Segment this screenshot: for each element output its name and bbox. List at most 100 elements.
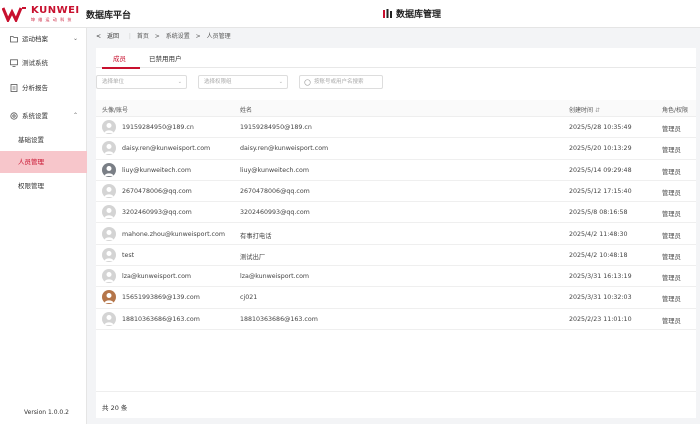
tab-disabled-users[interactable]: 已禁用用户 <box>149 53 182 63</box>
created-cell: 2025/5/12 17:15:40 <box>569 187 632 195</box>
name-cell: liuy@kunweitech.com <box>240 166 309 174</box>
avatar <box>102 141 116 156</box>
role-cell: 管理员 <box>662 147 681 155</box>
account-cell: daisy.ren@kunweisport.com <box>122 145 211 153</box>
table-footer: 共 20 条 <box>96 391 696 418</box>
user-avatar-icon <box>104 229 114 240</box>
user-avatar-icon <box>104 144 114 155</box>
account-cell: lza@kunweisport.com <box>122 273 192 281</box>
sidebar-subitem-basic-settings[interactable]: 基础设置 <box>0 129 87 151</box>
account-cell: 2670478006@qq.com <box>122 187 192 195</box>
account-cell: liuy@kunweitech.com <box>122 166 191 174</box>
total-count: 共 20 条 <box>102 404 128 412</box>
table-row[interactable]: liuy@kunweitech.com liuy@kunweitech.com 20… <box>96 160 696 181</box>
created-cell: 2025/4/2 11:48:30 <box>569 230 628 238</box>
table-row[interactable]: test 测试出厂 2025/4/2 10:48:18 管理员 <box>96 245 696 267</box>
folder-icon <box>10 36 18 43</box>
name-cell: 有事打电话 <box>240 232 272 240</box>
role-cell: 管理员 <box>662 253 681 261</box>
table-row[interactable]: 2670478006@qq.com 2670478006@qq.com 2025/5… <box>96 181 696 203</box>
role-cell: 管理员 <box>662 168 681 176</box>
sidebar-item-analysis-report[interactable]: 分析报告 <box>0 77 87 99</box>
version-label: Version 1.0.0.2 <box>24 409 69 416</box>
account-cell: mahone.zhou@kunweisport.com <box>122 230 225 238</box>
table-row[interactable]: daisy.ren@kunweisport.com daisy.ren@kunwe… <box>96 138 696 160</box>
user-avatar-icon <box>104 293 114 304</box>
active-tab-indicator <box>102 67 140 69</box>
created-header-label: 创建时间 <box>569 107 594 114</box>
created-cell: 2025/3/31 16:13:19 <box>569 273 632 281</box>
table-row[interactable]: 3202460993@qq.com 3202460993@qq.com 2025/5… <box>96 202 696 224</box>
avatar <box>102 269 116 284</box>
back-button[interactable]: < 返回 <box>96 33 123 40</box>
sidebar-item-sports-archive[interactable]: 运动档案 ⌄ <box>0 28 87 50</box>
permission-group-select[interactable]: 选择权限组 ⌄ <box>198 75 288 89</box>
center-title-label: 数据库管理 <box>396 10 442 20</box>
column-header-account: 头像/账号 <box>102 107 129 114</box>
kunwei-logo-mark-icon <box>2 7 26 22</box>
avatar <box>102 162 116 177</box>
column-header-created[interactable]: 创建时间 ⇵ <box>569 105 600 114</box>
account-cell: 18810363686@163.com <box>122 315 200 323</box>
table-row[interactable]: lza@kunweisport.com lza@kunweisport.com 20… <box>96 266 696 288</box>
breadcrumb: < 返回 | 首页 > 系统设置 > 人员管理 <box>96 31 235 41</box>
created-cell: 2025/3/31 10:32:03 <box>569 294 632 302</box>
back-arrow-icon: < <box>96 33 102 40</box>
settings-icon <box>10 112 18 120</box>
report-icon <box>10 84 18 92</box>
table-row[interactable]: 15651993869@139.com cj021 2025/3/31 10:32:… <box>96 287 696 309</box>
name-cell: 3202460993@qq.com <box>240 209 310 217</box>
chevron-down-icon: ⌄ <box>73 35 79 42</box>
table-row[interactable]: mahone.zhou@kunweisport.com 有事打电话 2025/4/2… <box>96 224 696 245</box>
chevron-down-icon: ⌄ <box>278 79 283 85</box>
org-select[interactable]: 选择单位 ⌄ <box>96 75 187 89</box>
account-cell: 15651993869@139.com <box>122 294 200 302</box>
created-cell: 2025/4/2 10:48:18 <box>569 251 628 259</box>
created-cell: 2025/2/23 11:01:10 <box>569 315 632 323</box>
breadcrumb-separator: > <box>154 33 160 40</box>
avatar <box>102 183 116 198</box>
avatar <box>102 205 116 220</box>
permission-select-placeholder: 选择权限组 <box>204 79 232 85</box>
tabs: 成员 已禁用用户 <box>96 48 696 69</box>
table-row[interactable]: 18810363686@163.com 18810363686@163.com 20… <box>96 309 696 330</box>
account-cell: 19159284950@189.cn <box>122 124 194 131</box>
role-cell: 管理员 <box>662 232 681 240</box>
role-cell: 管理员 <box>662 275 681 283</box>
sidebar-item-label: 运动档案 <box>22 35 48 43</box>
page-header-title: 数据库管理 <box>383 7 441 20</box>
database-bars-icon <box>383 9 392 18</box>
breadcrumb-current: 人员管理 <box>206 33 231 40</box>
breadcrumb-divider: | <box>128 33 131 40</box>
sidebar-item-system-settings[interactable]: 系统设置 ⌃ <box>0 105 87 127</box>
created-cell: 2025/5/20 10:13:29 <box>569 145 632 153</box>
user-avatar-icon <box>104 314 114 325</box>
avatar <box>102 311 116 326</box>
role-cell: 管理员 <box>662 211 681 219</box>
name-cell: 19159284950@189.cn <box>240 124 312 131</box>
sort-icon: ⇵ <box>594 107 600 114</box>
user-avatar-icon <box>104 272 114 283</box>
sidebar-subitem-permission-management[interactable]: 权限管理 <box>0 175 87 197</box>
sidebar-item-label: 测试系统 <box>22 59 48 67</box>
breadcrumb-system-settings[interactable]: 系统设置 <box>166 33 190 40</box>
role-cell: 管理员 <box>662 126 681 133</box>
sidebar: 运动档案 ⌄ 测试系统 分析报告 系统设置 ⌃ 基础设置 人员管理 权限管理 V… <box>0 28 87 424</box>
table-row[interactable]: 19159284950@189.cn 19159284950@189.cn 2025… <box>96 117 696 139</box>
tab-members[interactable]: 成员 <box>113 53 126 63</box>
search-input[interactable]: 按账号或用户名搜索 <box>299 75 383 89</box>
user-avatar-icon <box>104 123 114 133</box>
account-cell: 3202460993@qq.com <box>122 209 192 217</box>
user-avatar-icon <box>104 250 114 261</box>
breadcrumb-home[interactable]: 首页 <box>137 33 149 40</box>
brand-name: KUNWEI <box>31 5 80 16</box>
back-label: 返回 <box>106 33 119 40</box>
platform-title: 数据库平台 <box>86 11 132 21</box>
sidebar-item-test-system[interactable]: 测试系统 <box>0 52 87 74</box>
sidebar-subitem-personnel-management[interactable]: 人员管理 <box>0 151 87 173</box>
role-cell: 管理员 <box>662 189 681 197</box>
main-panel: 成员 已禁用用户 选择单位 ⌄ 选择权限组 ⌄ 按账号或用户名搜索 头像/账号 … <box>96 48 696 418</box>
sidebar-item-label: 系统设置 <box>22 112 48 120</box>
name-cell: 18810363686@163.com <box>240 315 318 323</box>
avatar <box>102 290 116 305</box>
